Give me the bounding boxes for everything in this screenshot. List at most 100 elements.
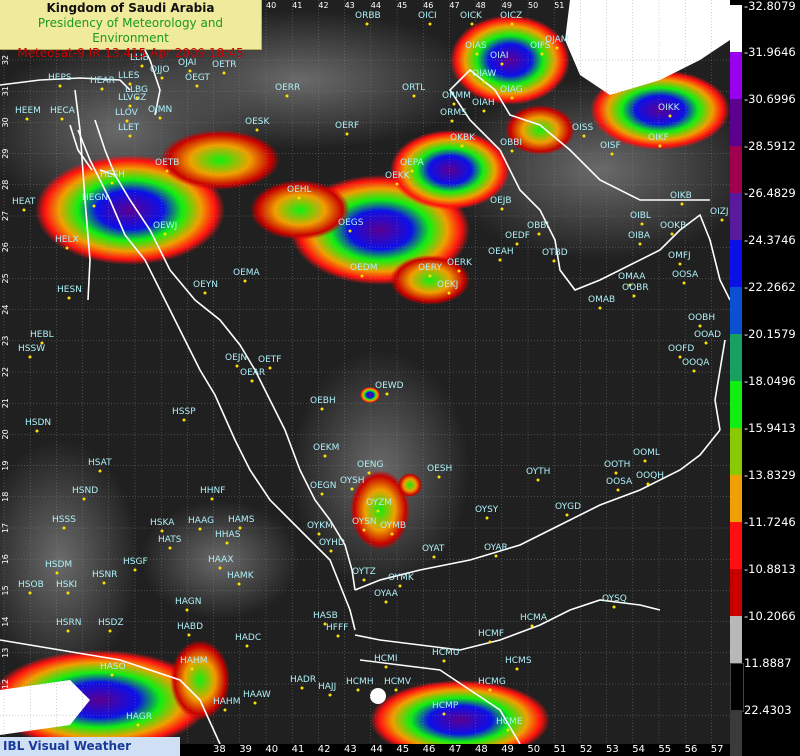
- left-axis-tick: 12: [1, 679, 10, 689]
- bottom-axis-tick: 43: [344, 744, 357, 755]
- station-dot: [62, 526, 66, 530]
- station-dot: [470, 22, 474, 26]
- station-label: HAMK: [227, 571, 255, 581]
- station-dot: [255, 128, 259, 132]
- station-label: HSOB: [18, 580, 44, 590]
- legend-swatch: [730, 52, 742, 99]
- station-label: HSSP: [172, 407, 196, 417]
- station-label: OMFJ: [668, 251, 691, 261]
- station-label: OIKF: [648, 133, 669, 143]
- station-label: OIZJ: [710, 207, 729, 217]
- station-dot: [582, 134, 586, 138]
- station-label: HELX: [55, 235, 79, 245]
- station-label: OYSY: [475, 505, 499, 515]
- org-line: Presidency of Meteorology and Environmen…: [37, 16, 224, 45]
- left-axis-tick: 31: [1, 86, 10, 96]
- station-label: LLOV: [115, 108, 139, 118]
- bottom-axis-tick: 51: [553, 744, 567, 755]
- station-dot: [348, 229, 352, 233]
- station-dot: [35, 429, 39, 433]
- station-dot: [670, 232, 674, 236]
- legend-swatch: [730, 663, 744, 712]
- station-dot: [506, 728, 510, 732]
- station-label: OESK: [245, 117, 270, 127]
- station-label: HSDN: [25, 418, 51, 428]
- station-dot: [530, 624, 534, 628]
- station-dot: [163, 232, 167, 236]
- station-dot: [235, 364, 239, 368]
- left-axis-tick: 25: [1, 273, 10, 283]
- station-label: ORMS: [440, 108, 467, 118]
- station-label: ORBB: [355, 11, 381, 21]
- station-dot: [537, 232, 541, 236]
- station-dot: [485, 516, 489, 520]
- left-axis-tick: 17: [1, 523, 10, 533]
- station-label: HCMH: [346, 677, 374, 687]
- station-dot: [82, 497, 86, 501]
- station-dot: [297, 196, 301, 200]
- top-axis-tick: 41: [292, 1, 302, 10]
- station-label: HSDZ: [98, 618, 124, 628]
- station-label: OYMB: [380, 521, 406, 531]
- legend-swatch: [730, 381, 742, 428]
- station-label: OIKK: [658, 103, 681, 113]
- left-axis-tick: 30: [1, 117, 10, 127]
- station-dot: [67, 296, 71, 300]
- station-dot: [698, 324, 702, 328]
- station-dot: [198, 527, 202, 531]
- station-dot: [510, 96, 514, 100]
- station-label: HSKA: [150, 518, 175, 528]
- station-dot: [182, 418, 186, 422]
- bottom-axis-tick: 52: [579, 744, 593, 755]
- bottom-axis-tick: 55: [658, 744, 672, 755]
- station-label: HSGF: [123, 557, 148, 567]
- station-label: HCMI: [374, 654, 397, 664]
- station-label: OEBH: [310, 396, 336, 406]
- station-label: OIAS: [465, 41, 487, 51]
- station-label: OETB: [155, 158, 179, 168]
- station-dot: [140, 64, 144, 68]
- station-label: OIFS: [530, 41, 551, 51]
- satellite-map[interactable]: ORBBOICIOICKOICZOJAMOJMFLLIBOJAIOJJOOEGT…: [0, 0, 730, 744]
- station-label: HCMG: [478, 677, 506, 687]
- station-label: HAHM: [180, 656, 207, 666]
- station-dot: [320, 492, 324, 496]
- top-axis-tick: 46: [423, 1, 433, 10]
- station-dot: [25, 117, 29, 121]
- top-axis-tick: 42: [318, 1, 328, 10]
- app-footer: IBL Visual Weather System: [0, 737, 180, 756]
- station-dot: [457, 269, 461, 273]
- station-label: HCMU: [432, 648, 459, 658]
- station-dot: [362, 578, 366, 582]
- station-label: OOQA: [682, 358, 710, 368]
- legend-swatch: [730, 569, 742, 616]
- station-label: OBBI: [527, 221, 549, 231]
- station-dot: [398, 584, 402, 588]
- station-dot: [412, 94, 416, 98]
- station-label: OEGS: [338, 218, 364, 228]
- station-label: OYMK: [388, 573, 415, 583]
- station-label: HCMF: [478, 629, 504, 639]
- station-dot: [128, 134, 132, 138]
- station-dot: [442, 712, 446, 716]
- bottom-axis-tick: 41: [291, 744, 305, 755]
- station-label: HSND: [72, 486, 98, 496]
- station-label: HSKI: [56, 580, 77, 590]
- legend-value: 22.4303: [744, 703, 792, 717]
- station-label: HSRN: [56, 618, 81, 628]
- top-axis-tick: 47: [449, 1, 459, 10]
- station-label: OOFD: [668, 344, 694, 354]
- station-dot: [494, 554, 498, 558]
- legend-value: 11.8887: [744, 656, 792, 670]
- top-axis-tick: 52: [580, 1, 590, 10]
- station-dot: [447, 291, 451, 295]
- left-axis-tick: 15: [1, 585, 10, 595]
- station-label: HSDM: [45, 560, 72, 570]
- station-dot: [92, 204, 96, 208]
- station-dot: [682, 281, 686, 285]
- station-label: OYTH: [526, 467, 550, 477]
- legend-swatch: [730, 287, 742, 334]
- station-dot: [58, 84, 62, 88]
- station-dot: [250, 379, 254, 383]
- station-label: HSAT: [88, 458, 112, 468]
